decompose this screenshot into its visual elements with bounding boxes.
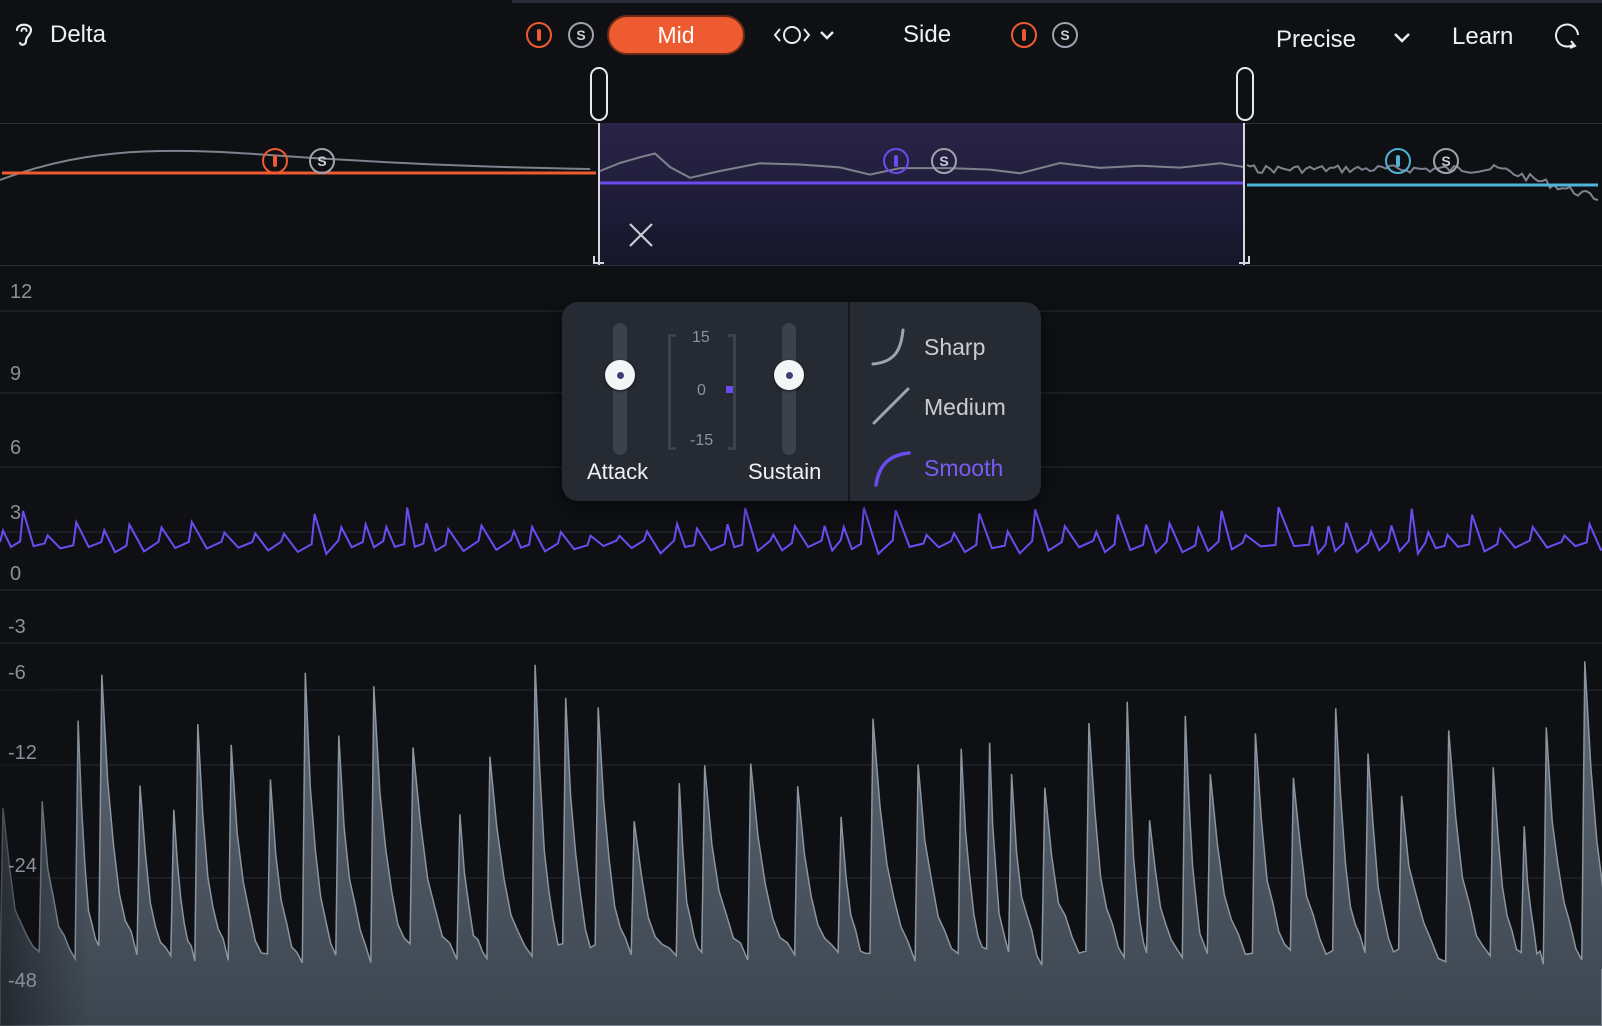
corner-bracket (1239, 256, 1250, 264)
mid-band-mute-button[interactable] (883, 148, 909, 174)
side-button[interactable]: Side (903, 21, 951, 49)
meter-tick: 15 (692, 329, 710, 346)
sustain-slider-knob[interactable] (774, 360, 804, 390)
db-label: -6 (8, 662, 26, 684)
db-label: 6 (10, 437, 22, 459)
meter-tick: -15 (690, 432, 714, 449)
smooth-curve-icon[interactable] (871, 447, 913, 489)
mute-icon (894, 155, 898, 167)
learn-button[interactable]: Learn (1452, 23, 1513, 51)
meter-tick: 0 (697, 382, 706, 399)
sustain-label: Sustain (748, 459, 822, 484)
medium-curve-icon[interactable] (871, 386, 911, 426)
meter-bracket-left (668, 334, 676, 450)
stereo-link-dropdown[interactable] (772, 22, 844, 48)
delta-toggle[interactable]: Delta (50, 21, 106, 49)
crossover-handle-low-mid[interactable] (590, 67, 608, 121)
side-mute-button[interactable] (1011, 22, 1037, 48)
mute-icon (537, 29, 541, 41)
mute-icon (1396, 155, 1400, 167)
corner-bracket (593, 256, 604, 264)
panel-divider (848, 302, 850, 501)
db-label: -3 (8, 616, 26, 638)
input-waveform (0, 661, 1602, 1026)
high-band-mute-button[interactable] (1385, 148, 1411, 174)
knob-dot (616, 371, 624, 379)
attack-slider-knob[interactable] (605, 360, 635, 390)
mid-band-solo-button[interactable]: S (931, 148, 957, 174)
low-band-solo-button[interactable]: S (309, 148, 335, 174)
mid-mute-button[interactable] (526, 22, 552, 48)
stereo-link-icon (773, 26, 811, 44)
sharp-option[interactable]: Sharp (924, 334, 985, 361)
db-label: 12 (10, 281, 33, 303)
db-label: -12 (8, 742, 37, 764)
smooth-option[interactable]: Smooth (924, 455, 1003, 482)
high-band-solo-button[interactable]: S (1433, 148, 1459, 174)
attack-label: Attack (587, 459, 649, 484)
crossover-handle-mid-high[interactable] (1236, 67, 1254, 121)
sharp-curve-icon[interactable] (871, 328, 911, 368)
mid-button[interactable]: Mid (607, 15, 745, 55)
chevron-down-icon (820, 31, 834, 40)
db-label: 3 (10, 502, 22, 524)
mid-band-spectrum-line (599, 152, 1244, 179)
db-label: -24 (8, 855, 37, 877)
spectrum-overlay (0, 149, 1599, 264)
transient-shaping-panel: Attack 15 0 -15 Sustain Sharp Medium Smo… (562, 302, 1041, 501)
meter-level-indicator (726, 386, 733, 393)
db-label: 0 (10, 563, 22, 585)
mute-icon (1022, 29, 1026, 41)
ear-icon[interactable] (12, 18, 36, 50)
side-solo-button[interactable]: S (1052, 22, 1078, 48)
header-bar: Delta S Mid Side S Precise Learn (0, 0, 1602, 64)
reset-icon[interactable] (1553, 20, 1583, 52)
high-band-spectrum-line (1246, 163, 1599, 201)
mode-select[interactable]: Precise (1276, 26, 1356, 54)
gain-reduction-trace (0, 506, 1602, 557)
mid-solo-button[interactable]: S (568, 22, 594, 48)
medium-option[interactable]: Medium (924, 394, 1006, 421)
close-icon[interactable] (628, 222, 654, 248)
db-label: 9 (10, 363, 22, 385)
low-band-spectrum-line (0, 149, 591, 181)
mute-icon (273, 155, 277, 167)
chevron-down-icon[interactable] (1391, 29, 1413, 45)
knob-dot (785, 371, 793, 379)
db-label: -48 (8, 970, 37, 992)
low-band-mute-button[interactable] (262, 148, 288, 174)
